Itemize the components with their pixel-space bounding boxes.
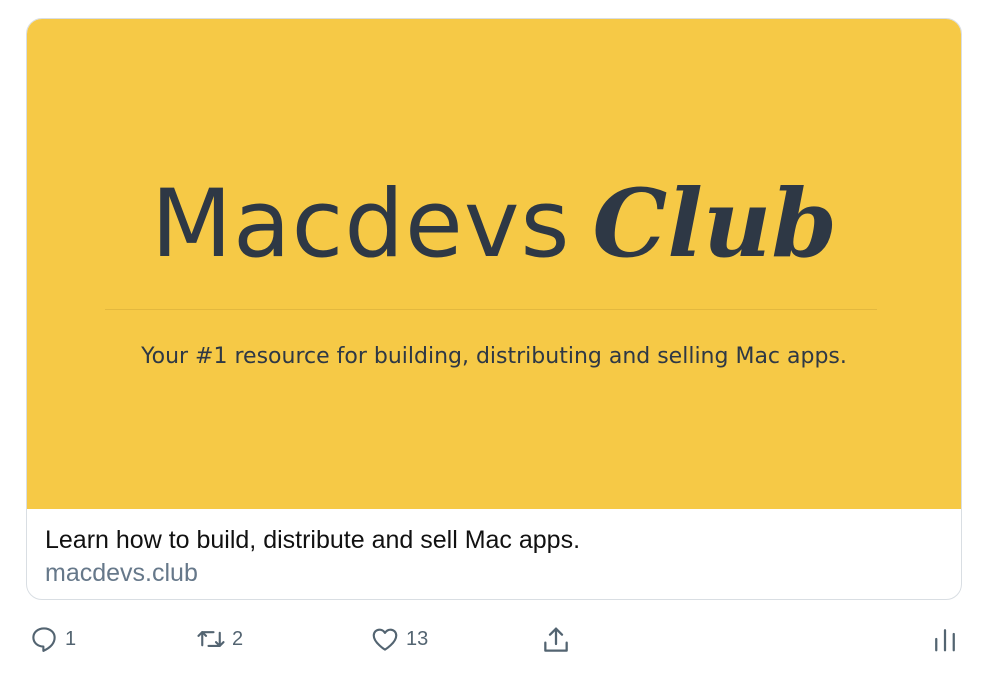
banner-title-script: Club [592, 169, 838, 279]
banner-divider [105, 309, 877, 310]
share-button[interactable] [540, 624, 572, 656]
analytics-button[interactable] [932, 624, 958, 654]
analytics-icon [932, 624, 958, 654]
reply-count: 1 [65, 627, 77, 650]
card-domain: macdevs.club [45, 559, 198, 587]
banner-title-plain: Macdevs [150, 170, 571, 279]
reply-icon [29, 624, 59, 654]
banner-title: Macdevs Club [27, 169, 961, 279]
like-button[interactable]: 13 [370, 624, 428, 654]
like-count: 13 [406, 627, 429, 650]
heart-icon [370, 624, 400, 654]
card-info[interactable]: Learn how to build, distribute and sell … [45, 525, 943, 588]
reply-button[interactable]: 1 [29, 624, 76, 654]
retweet-icon [196, 624, 226, 654]
share-icon [540, 624, 572, 656]
tweet-action-bar: 1 2 13 [0, 620, 988, 660]
link-preview-card[interactable]: Macdevs Club Your #1 resource for buildin… [26, 18, 962, 600]
banner-tagline: Your #1 resource for building, distribut… [141, 344, 847, 369]
card-description: Learn how to build, distribute and sell … [45, 526, 581, 554]
retweet-button[interactable]: 2 [196, 624, 243, 654]
card-banner-image[interactable]: Macdevs Club Your #1 resource for buildin… [27, 19, 961, 509]
retweet-count: 2 [232, 627, 244, 650]
